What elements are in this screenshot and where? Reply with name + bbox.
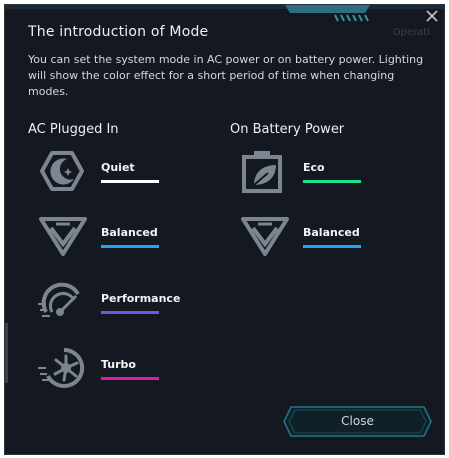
mode-color-bar-performance bbox=[101, 311, 159, 314]
mode-intro-dialog: Operati The introduction of Mode You can… bbox=[4, 4, 445, 455]
mode-color-bar-quiet bbox=[101, 180, 159, 183]
turbo-fan-icon bbox=[38, 347, 85, 388]
balanced-chevron-icon bbox=[241, 217, 289, 256]
ac-mode-quiet: Quiet bbox=[38, 149, 218, 199]
side-handle bbox=[5, 323, 8, 383]
background-window-text: Operati bbox=[392, 27, 430, 38]
close-button-label: Close bbox=[341, 414, 374, 428]
mode-color-bar-balanced-battery bbox=[303, 245, 361, 248]
quiet-moon-icon bbox=[40, 151, 84, 191]
battery-mode-eco: Eco bbox=[240, 149, 420, 199]
mode-label-quiet: Quiet bbox=[101, 161, 135, 174]
ac-plugged-in-heading: AC Plugged In bbox=[28, 122, 119, 137]
mode-color-bar-turbo bbox=[101, 377, 159, 380]
mode-label-balanced-battery: Balanced bbox=[303, 226, 360, 239]
close-button[interactable]: Close bbox=[283, 406, 432, 437]
close-icon[interactable] bbox=[424, 8, 440, 24]
dialog-title: The introduction of Mode bbox=[28, 24, 209, 40]
mode-color-bar-balanced bbox=[101, 245, 159, 248]
mode-color-bar-eco bbox=[303, 180, 361, 183]
balanced-chevron-icon bbox=[39, 217, 87, 256]
eco-leaf-battery-icon bbox=[242, 151, 282, 193]
battery-mode-balanced: Balanced bbox=[240, 214, 420, 264]
performance-gauge-icon bbox=[38, 282, 80, 317]
ac-mode-balanced: Balanced bbox=[38, 214, 218, 264]
ac-mode-turbo: Turbo bbox=[38, 346, 218, 396]
header-decoration bbox=[5, 5, 444, 22]
mode-label-balanced: Balanced bbox=[101, 226, 158, 239]
mode-label-eco: Eco bbox=[303, 161, 325, 174]
ac-mode-performance: Performance bbox=[38, 280, 218, 330]
on-battery-heading: On Battery Power bbox=[230, 122, 345, 137]
mode-label-turbo: Turbo bbox=[101, 358, 136, 371]
dialog-description: You can set the system mode in AC power … bbox=[28, 53, 424, 98]
mode-label-performance: Performance bbox=[101, 292, 181, 305]
